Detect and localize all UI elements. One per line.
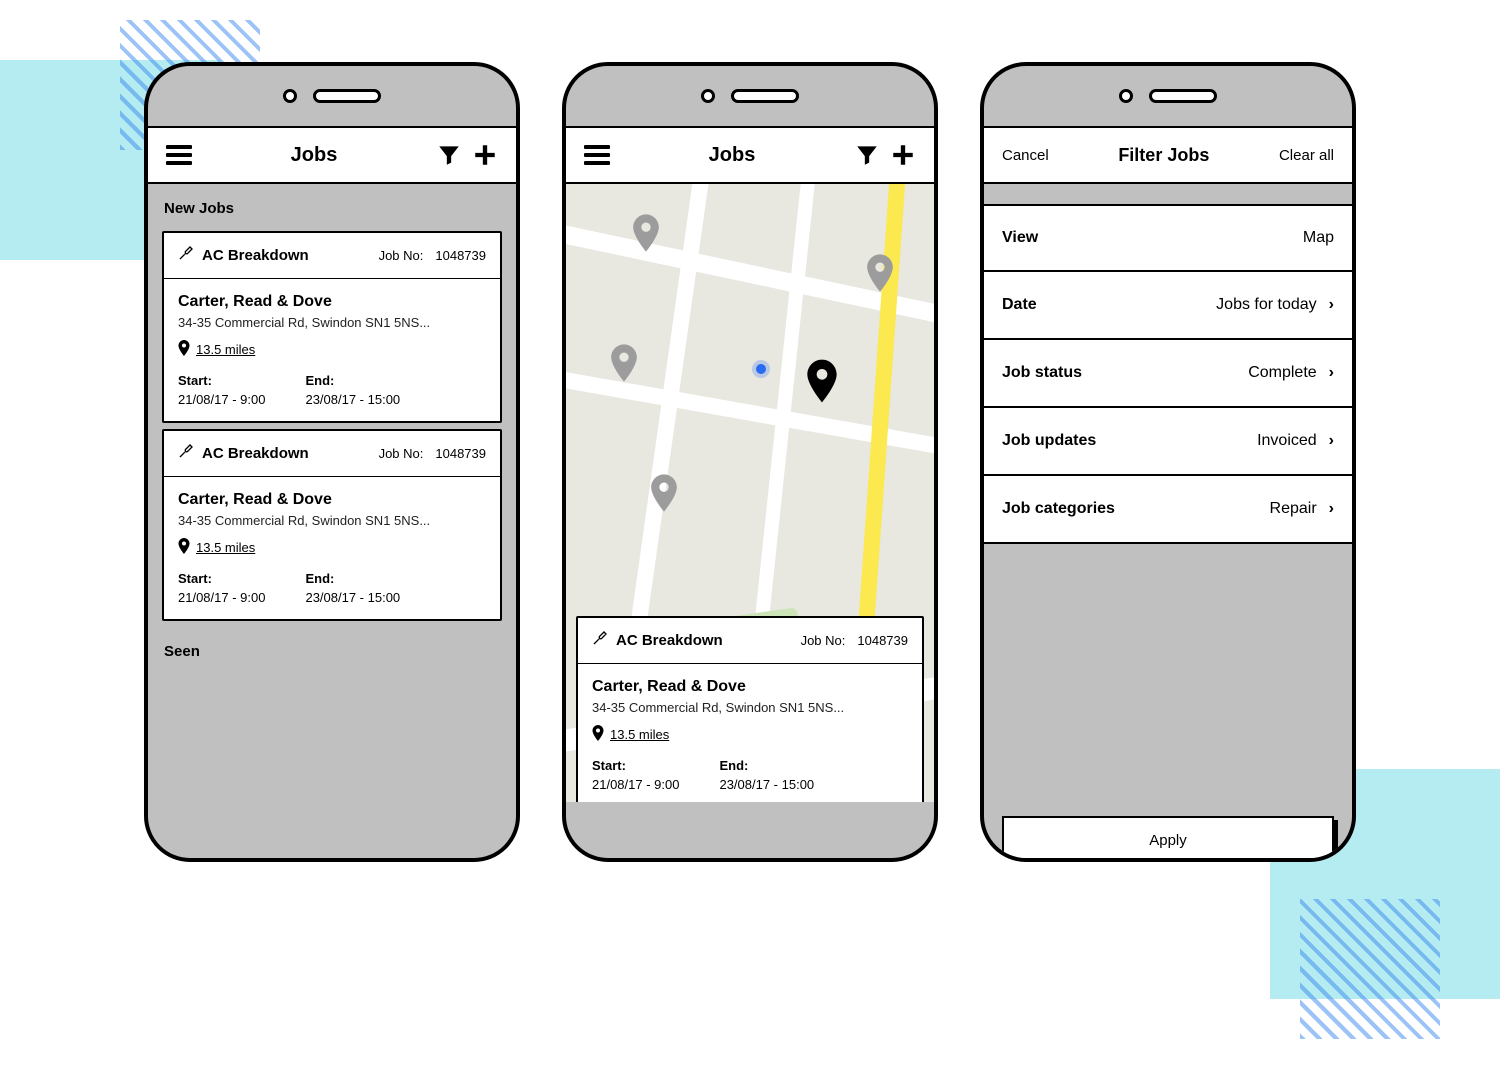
chevron-right-icon: ›	[1329, 296, 1334, 314]
address: 34-35 Commercial Rd, Swindon SN1 5NS...	[592, 700, 908, 715]
phone-filter-jobs: Cancel Filter Jobs Clear all View Map Da…	[980, 62, 1356, 862]
distance[interactable]: 13.5 miles	[196, 540, 255, 555]
phone-jobs-map: Jobs AC Breakd	[562, 62, 938, 862]
filter-row-categories[interactable]: Job categories Repair ›	[984, 476, 1352, 544]
job-card[interactable]: AC Breakdown Job No: 1048739 Carter, Rea…	[162, 231, 502, 423]
pin-icon	[178, 538, 190, 557]
filter-label: View	[1002, 229, 1303, 247]
speaker-icon	[313, 89, 381, 103]
job-card[interactable]: AC Breakdown Job No: 1048739 Carter, Rea…	[576, 616, 924, 802]
filter-value: Map	[1303, 229, 1334, 247]
filter-value: Complete	[1248, 364, 1316, 382]
filter-label: Job status	[1002, 364, 1248, 382]
app-bar: Cancel Filter Jobs Clear all	[984, 126, 1352, 184]
bg-decor	[1300, 899, 1440, 1039]
filter-list: View Map Date Jobs for today › Job statu…	[984, 204, 1352, 544]
filter-label: Date	[1002, 296, 1216, 314]
section-seen: Seen	[148, 627, 516, 668]
menu-icon[interactable]	[584, 141, 610, 169]
app-bar: Jobs	[566, 126, 934, 184]
filter-label: Job categories	[1002, 500, 1270, 518]
map-pin[interactable]	[632, 214, 660, 252]
job-no-label: Job No:	[379, 446, 424, 461]
job-no-label: Job No:	[801, 633, 846, 648]
camera-icon	[701, 89, 715, 103]
job-no: 1048739	[435, 446, 486, 461]
job-type: AC Breakdown	[202, 247, 309, 264]
clear-all-button[interactable]: Clear all	[1279, 147, 1334, 164]
end-label: End:	[305, 571, 400, 586]
job-no: 1048739	[435, 248, 486, 263]
map-pin[interactable]	[650, 474, 678, 512]
chevron-right-icon: ›	[1329, 364, 1334, 382]
section-new-jobs: New Jobs	[148, 184, 516, 225]
job-type: AC Breakdown	[202, 445, 309, 462]
map-pin[interactable]	[866, 254, 894, 292]
job-no: 1048739	[857, 633, 908, 648]
filter-row-view[interactable]: View Map	[984, 204, 1352, 272]
start-label: Start:	[592, 758, 679, 773]
end-time: 23/08/17 - 15:00	[305, 590, 400, 605]
start-label: Start:	[178, 571, 265, 586]
speaker-icon	[731, 89, 799, 103]
start-time: 21/08/17 - 9:00	[592, 777, 679, 792]
add-icon[interactable]	[890, 142, 916, 168]
cancel-button[interactable]: Cancel	[1002, 147, 1049, 164]
phone-jobs-list: Jobs New Jobs AC Breakdown Job No: 10487…	[144, 62, 520, 862]
camera-icon	[283, 89, 297, 103]
filter-row-updates[interactable]: Job updates Invoiced ›	[984, 408, 1352, 476]
filter-value: Invoiced	[1257, 432, 1317, 450]
wrench-icon	[178, 443, 194, 464]
device-notch	[148, 66, 516, 126]
distance[interactable]: 13.5 miles	[610, 727, 669, 742]
wrench-icon	[178, 245, 194, 266]
pin-icon	[178, 340, 190, 359]
job-no-label: Job No:	[379, 248, 424, 263]
job-type: AC Breakdown	[616, 632, 723, 649]
start-label: Start:	[178, 373, 265, 388]
pin-icon	[592, 725, 604, 744]
speaker-icon	[1149, 89, 1217, 103]
filter-value: Repair	[1270, 500, 1317, 518]
device-notch	[984, 66, 1352, 126]
camera-icon	[1119, 89, 1133, 103]
map-pin-selected[interactable]	[806, 359, 838, 403]
apply-button[interactable]: Apply	[1002, 816, 1334, 862]
page-title: Jobs	[620, 144, 844, 167]
map-view[interactable]: AC Breakdown Job No: 1048739 Carter, Rea…	[566, 184, 934, 802]
filter-row-date[interactable]: Date Jobs for today ›	[984, 272, 1352, 340]
menu-icon[interactable]	[166, 141, 192, 169]
distance[interactable]: 13.5 miles	[196, 342, 255, 357]
filter-row-status[interactable]: Job status Complete ›	[984, 340, 1352, 408]
end-label: End:	[719, 758, 814, 773]
page-title: Jobs	[202, 144, 426, 167]
client-name: Carter, Read & Dove	[178, 491, 486, 509]
device-notch	[566, 66, 934, 126]
filter-icon[interactable]	[854, 142, 880, 168]
current-location-dot	[756, 364, 766, 374]
job-card[interactable]: AC Breakdown Job No: 1048739 Carter, Rea…	[162, 429, 502, 621]
end-time: 23/08/17 - 15:00	[305, 392, 400, 407]
map-pin[interactable]	[610, 344, 638, 382]
end-time: 23/08/17 - 15:00	[719, 777, 814, 792]
client-name: Carter, Read & Dove	[178, 293, 486, 311]
chevron-right-icon: ›	[1329, 432, 1334, 450]
app-bar: Jobs	[148, 126, 516, 184]
filter-icon[interactable]	[436, 142, 462, 168]
page-title: Filter Jobs	[1049, 145, 1279, 166]
address: 34-35 Commercial Rd, Swindon SN1 5NS...	[178, 513, 486, 528]
add-icon[interactable]	[472, 142, 498, 168]
chevron-right-icon: ›	[1329, 500, 1334, 518]
address: 34-35 Commercial Rd, Swindon SN1 5NS...	[178, 315, 486, 330]
wrench-icon	[592, 630, 608, 651]
client-name: Carter, Read & Dove	[592, 678, 908, 696]
end-label: End:	[305, 373, 400, 388]
start-time: 21/08/17 - 9:00	[178, 392, 265, 407]
filter-label: Job updates	[1002, 432, 1257, 450]
start-time: 21/08/17 - 9:00	[178, 590, 265, 605]
filter-value: Jobs for today	[1216, 296, 1317, 314]
